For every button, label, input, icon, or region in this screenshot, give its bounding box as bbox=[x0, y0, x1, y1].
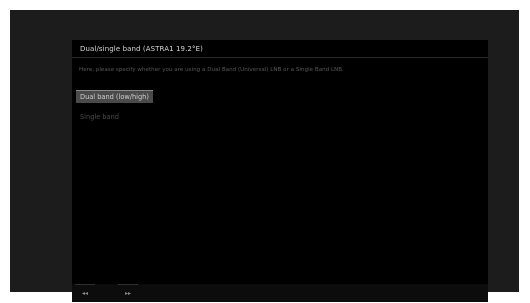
option-single-band[interactable]: Single band bbox=[76, 111, 123, 124]
settings-dialog: Dual/single band (ASTRA1 19.2°E) Here, p… bbox=[72, 40, 488, 302]
option-dual-band[interactable]: Dual band (low/high) bbox=[76, 90, 153, 103]
tv-screen: Dual/single band (ASTRA1 19.2°E) Here, p… bbox=[10, 10, 519, 302]
dialog-title: Dual/single band (ASTRA1 19.2°E) bbox=[80, 45, 203, 53]
rewind-icon: ◂◂ bbox=[81, 290, 89, 297]
next-button[interactable]: ▸▸ bbox=[118, 284, 138, 302]
fast-forward-icon: ▸▸ bbox=[124, 290, 132, 297]
back-button[interactable]: ◂◂ bbox=[75, 284, 95, 302]
footer-bar: ◂◂ ▸▸ bbox=[72, 284, 488, 302]
instruction-text: Here, please specify whether you are usi… bbox=[79, 67, 344, 73]
tv-frame: Dual/single band (ASTRA1 19.2°E) Here, p… bbox=[0, 0, 530, 302]
title-divider bbox=[72, 57, 488, 58]
